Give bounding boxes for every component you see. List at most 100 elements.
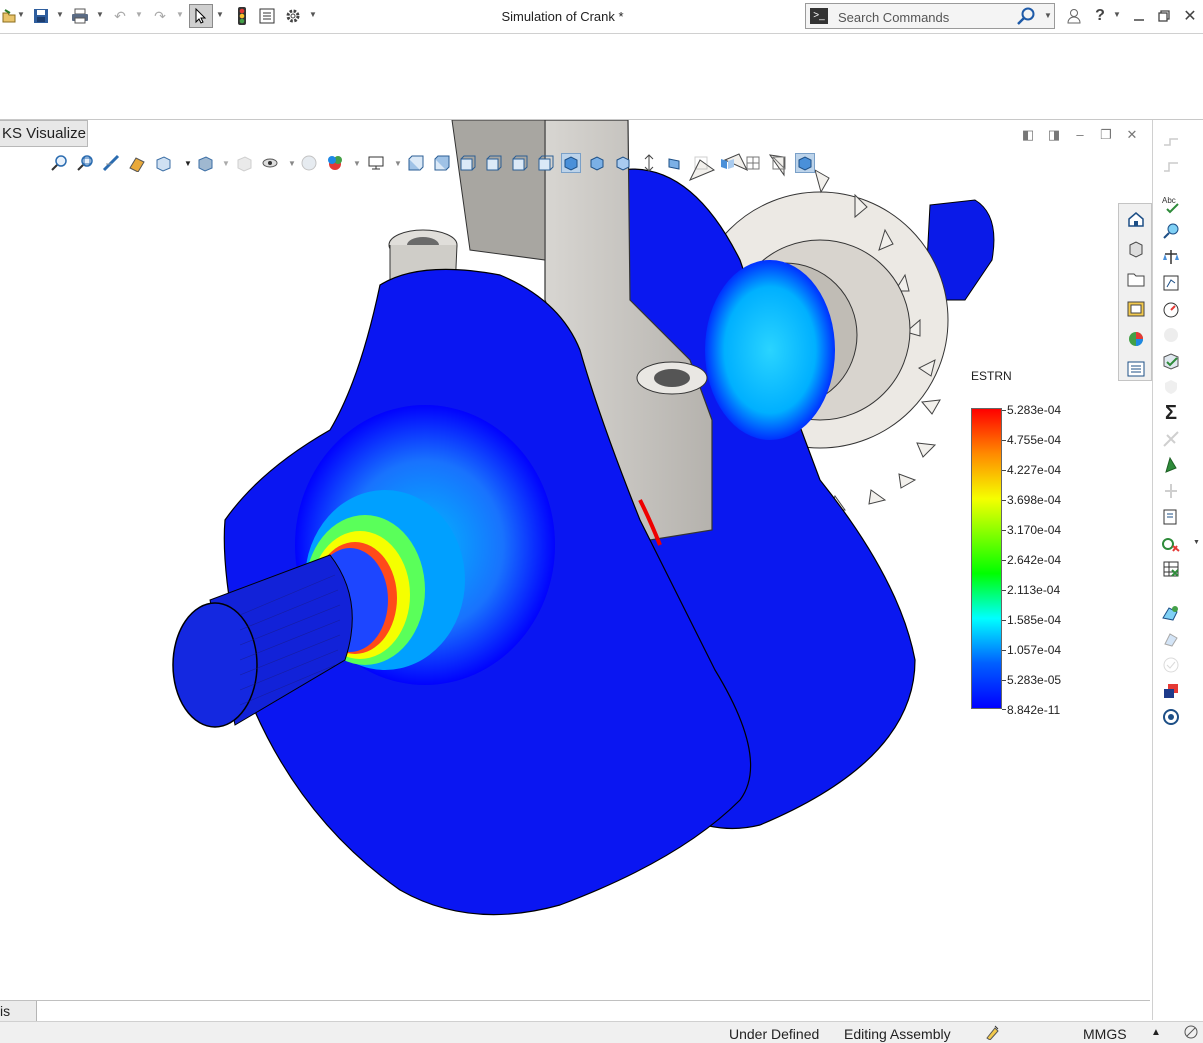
redo-caret-icon[interactable]: ▼ [176, 10, 184, 19]
run-icon[interactable] [1161, 629, 1181, 649]
shield-icon[interactable] [1161, 377, 1181, 397]
open-icon[interactable] [0, 7, 18, 25]
view-orientation-icon[interactable] [153, 153, 173, 173]
select-caret-icon[interactable]: ▼ [216, 10, 224, 19]
command-manager-ribbon [0, 34, 1203, 120]
dimetric-view-icon[interactable] [613, 153, 633, 173]
check-model-icon[interactable] [1161, 351, 1181, 371]
report-icon[interactable] [1161, 507, 1181, 527]
home-icon[interactable] [1126, 209, 1146, 229]
normal-to-icon[interactable] [639, 153, 659, 173]
trimetric-view-icon[interactable] [587, 153, 607, 173]
options-gear-icon[interactable] [284, 7, 302, 25]
fatigue-icon[interactable] [1161, 325, 1181, 345]
help-icon[interactable]: ? [1091, 7, 1109, 25]
print-caret-icon[interactable]: ▼ [96, 10, 104, 19]
probe-icon[interactable] [1161, 221, 1181, 241]
restore-icon[interactable] [1155, 7, 1173, 25]
design-library-icon[interactable] [1126, 239, 1146, 259]
rebuild-status-icon[interactable] [985, 1024, 1001, 1043]
previous-view-icon[interactable] [101, 153, 121, 173]
apply-scene-icon[interactable] [325, 153, 345, 173]
result-options-caret-icon[interactable]: ▼ [1193, 539, 1200, 546]
spell-check-icon[interactable]: Abc [1161, 195, 1181, 215]
file-properties-icon[interactable] [258, 7, 276, 25]
bottom-tab[interactable]: is [0, 1001, 37, 1021]
link-views-icon[interactable] [769, 153, 789, 173]
table-export-icon[interactable] [1161, 559, 1181, 579]
view-eye-icon[interactable] [260, 153, 280, 173]
mesh-icon[interactable] [1161, 603, 1181, 623]
sum-icon[interactable]: Σ [1161, 402, 1181, 424]
view-settings-icon[interactable] [366, 153, 386, 173]
select-icon[interactable] [189, 4, 213, 28]
search-commands-box[interactable]: >_ ▼ [805, 3, 1055, 29]
options-caret-icon[interactable]: ▼ [309, 10, 317, 19]
close-icon[interactable]: ✕ [1181, 7, 1199, 25]
hide-show-items-icon[interactable] [234, 153, 254, 173]
display-style-caret-icon[interactable]: ▼ [216, 153, 236, 173]
search-input[interactable] [836, 7, 1016, 27]
step-icon[interactable] [1161, 156, 1181, 176]
file-explorer-icon[interactable] [1126, 269, 1146, 289]
interaction-icon[interactable] [1161, 429, 1181, 449]
load-icon[interactable] [1161, 481, 1181, 501]
rebuild-icon[interactable] [233, 7, 251, 25]
view-palette-icon[interactable] [1126, 299, 1146, 319]
back-view-icon[interactable] [431, 153, 451, 173]
units-system[interactable]: MMGS [1083, 1026, 1127, 1042]
custom-properties-icon[interactable] [1126, 359, 1146, 379]
section-view-icon[interactable] [127, 153, 147, 173]
compare-icon[interactable] [1161, 247, 1181, 267]
print-icon[interactable] [71, 7, 89, 25]
viewport-prev-icon[interactable]: ◧ [1020, 127, 1036, 143]
bottom-view-icon[interactable] [535, 153, 555, 173]
legend-value: 8.842e-11 [1007, 703, 1061, 717]
sketch-state: Under Defined [729, 1026, 820, 1042]
design-study-icon[interactable] [1161, 681, 1181, 701]
left-view-icon[interactable] [457, 153, 477, 173]
isometric-view-icon[interactable] [561, 153, 581, 173]
legend-value: 2.642e-04 [1007, 553, 1062, 567]
legend-tick [1002, 680, 1006, 681]
user-icon[interactable] [1065, 7, 1083, 25]
save-caret-icon[interactable]: ▼ [56, 10, 64, 19]
shaded-view-icon[interactable] [795, 153, 815, 173]
apply-scene-caret-icon[interactable]: ▼ [347, 153, 367, 173]
redo-icon[interactable]: ↷ [151, 7, 169, 25]
settings-wheel-icon[interactable] [1161, 707, 1181, 727]
units-caret[interactable]: ▲ [1151, 1027, 1161, 1038]
result-options-icon[interactable] [1161, 533, 1181, 553]
customize-status-icon[interactable] [1183, 1024, 1199, 1043]
right-view-icon[interactable] [483, 153, 503, 173]
edit-appearance-icon[interactable] [299, 153, 319, 173]
appearances-icon[interactable] [1126, 329, 1146, 349]
search-icon[interactable] [1016, 7, 1036, 30]
viewport-next-icon[interactable]: ◨ [1046, 127, 1062, 143]
gauge-icon[interactable] [1161, 299, 1181, 319]
zoom-to-area-icon[interactable] [75, 153, 95, 173]
two-view-vertical-icon[interactable] [717, 153, 737, 173]
undo-icon[interactable]: ↶ [111, 7, 129, 25]
sensor-icon[interactable] [1161, 273, 1181, 293]
tab-visualize[interactable]: KS Visualize [0, 120, 88, 147]
viewport-restore-icon[interactable]: ❐ [1098, 127, 1114, 143]
top-view-icon[interactable] [509, 153, 529, 173]
fixture-icon[interactable] [1161, 455, 1181, 475]
save-icon[interactable] [32, 7, 50, 25]
constraint-icon[interactable] [1161, 130, 1181, 150]
display-style-icon[interactable] [195, 153, 215, 173]
open-caret-icon[interactable]: ▼ [17, 10, 25, 19]
search-caret-icon[interactable]: ▼ [1044, 11, 1052, 20]
help-caret-icon[interactable]: ▼ [1113, 10, 1121, 19]
single-view-icon[interactable] [665, 153, 685, 173]
zoom-to-fit-icon[interactable] [49, 153, 69, 173]
checkmark-icon[interactable] [1161, 655, 1181, 675]
minimize-icon[interactable] [1130, 7, 1148, 25]
viewport-close-icon[interactable]: ✕ [1124, 127, 1140, 143]
undo-caret-icon[interactable]: ▼ [135, 10, 143, 19]
four-view-icon[interactable] [743, 153, 763, 173]
two-view-horizontal-icon[interactable] [691, 153, 711, 173]
front-view-icon[interactable] [405, 153, 425, 173]
viewport-minimize-icon[interactable]: – [1072, 127, 1088, 142]
